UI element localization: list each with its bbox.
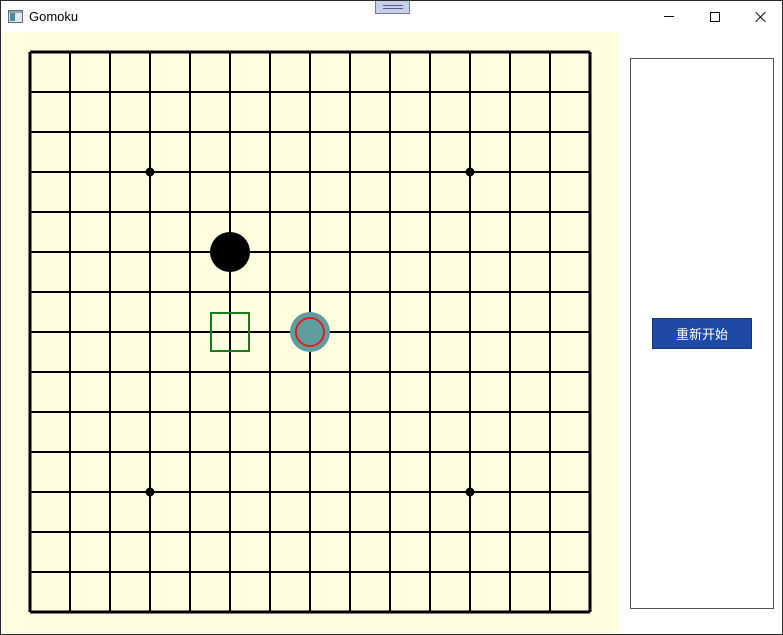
star-point <box>145 167 155 177</box>
gomoku-window: Gomoku 重新开始 <box>0 0 783 635</box>
star-point <box>145 487 155 497</box>
restart-button[interactable]: 重新开始 <box>652 318 752 349</box>
black-stone <box>210 232 250 272</box>
close-icon <box>755 11 767 23</box>
app-window-icon <box>8 10 23 23</box>
minimize-icon <box>664 16 674 17</box>
board-area[interactable] <box>2 32 619 633</box>
close-button[interactable] <box>738 1 783 32</box>
gomoku-board[interactable] <box>2 32 619 633</box>
window-title: Gomoku <box>29 9 79 24</box>
title-bar[interactable]: Gomoku <box>1 1 782 32</box>
minimize-button[interactable] <box>646 1 692 32</box>
maximize-icon <box>710 11 720 22</box>
star-point <box>465 167 475 177</box>
maximize-button[interactable] <box>692 1 738 32</box>
drag-handle[interactable] <box>375 1 410 14</box>
side-panel: 重新开始 <box>630 58 774 609</box>
star-point <box>465 487 475 497</box>
